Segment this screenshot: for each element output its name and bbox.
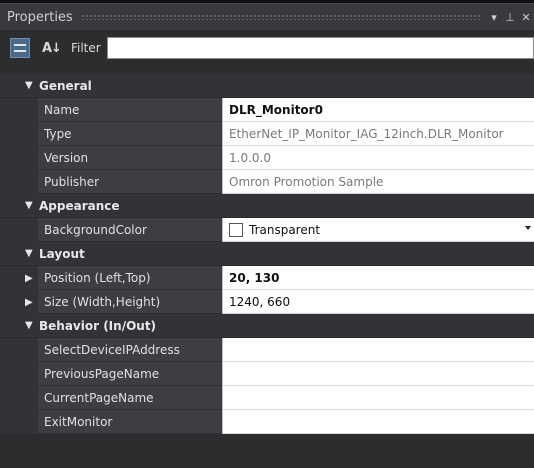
property-value-type: EtherNet_IP_Monitor_IAG_12inch.DLR_Monit… <box>222 122 534 146</box>
property-row-type: Type EtherNet_IP_Monitor_IAG_12inch.DLR_… <box>0 122 534 146</box>
row-gutter <box>0 98 38 122</box>
property-name: ExitMonitor <box>38 410 222 434</box>
property-value-position[interactable]: 20, 130 <box>222 266 534 290</box>
property-value-currentpagename[interactable] <box>222 386 534 410</box>
property-name: Position (Left,Top) <box>38 266 222 290</box>
chevron-down-icon[interactable]: ▾ <box>486 11 502 24</box>
category-behavior[interactable]: ▼ Behavior (In/Out) <box>0 314 534 338</box>
row-gutter <box>0 146 38 170</box>
property-value-version: 1.0.0.0 <box>222 146 534 170</box>
property-grid: ▼ General Name DLR_Monitor0 Type EtherNe… <box>0 74 534 434</box>
property-row-size: ▶ Size (Width,Height) 1240, 660 <box>0 290 534 314</box>
row-gutter <box>0 122 38 146</box>
property-row-previouspagename: PreviousPageName <box>0 362 534 386</box>
property-value-previouspagename[interactable] <box>222 362 534 386</box>
property-row-version: Version 1.0.0.0 <box>0 146 534 170</box>
backgroundcolor-dropdown[interactable]: Transparent <box>222 218 534 242</box>
close-icon[interactable]: ✕ <box>518 11 534 24</box>
drag-grip[interactable] <box>80 14 480 20</box>
chevron-down-icon[interactable] <box>525 226 531 230</box>
category-label: Behavior (In/Out) <box>39 318 157 333</box>
property-name: BackgroundColor <box>38 218 222 242</box>
property-row-backgroundcolor: BackgroundColor Transparent <box>0 218 534 242</box>
property-name: CurrentPageName <box>38 386 222 410</box>
triangle-down-icon[interactable]: ▼ <box>0 200 39 211</box>
triangle-right-icon[interactable]: ▶ <box>0 266 38 290</box>
property-value-exitmonitor[interactable] <box>222 410 534 434</box>
row-gutter <box>0 410 38 434</box>
row-gutter <box>0 338 38 362</box>
property-row-publisher: Publisher Omron Promotion Sample <box>0 170 534 194</box>
property-value-size[interactable]: 1240, 660 <box>222 290 534 314</box>
property-name: Type <box>38 122 222 146</box>
property-value-selectdeviceipaddress[interactable] <box>222 338 534 362</box>
category-layout[interactable]: ▼ Layout <box>0 242 534 266</box>
backgroundcolor-value: Transparent <box>249 222 321 237</box>
category-general[interactable]: ▼ General <box>0 74 534 98</box>
category-label: General <box>39 78 92 93</box>
property-name: Name <box>38 98 222 122</box>
filter-input[interactable] <box>106 37 534 59</box>
property-name: SelectDeviceIPAddress <box>38 338 222 362</box>
pin-icon[interactable]: ⊥ <box>502 11 518 24</box>
property-row-exitmonitor: ExitMonitor <box>0 410 534 434</box>
row-gutter <box>0 170 38 194</box>
property-name: PreviousPageName <box>38 362 222 386</box>
property-row-position: ▶ Position (Left,Top) 20, 130 <box>0 266 534 290</box>
property-row-selectdeviceipaddress: SelectDeviceIPAddress <box>0 338 534 362</box>
sort-alphabetical-icon[interactable]: A↓ <box>42 41 62 56</box>
triangle-down-icon[interactable]: ▼ <box>0 80 39 91</box>
property-value-publisher: Omron Promotion Sample <box>222 170 534 194</box>
color-swatch <box>229 222 243 237</box>
triangle-down-icon[interactable]: ▼ <box>0 320 39 331</box>
categorized-view-button[interactable] <box>10 38 30 58</box>
triangle-right-icon[interactable]: ▶ <box>0 290 38 314</box>
category-label: Appearance <box>39 198 120 213</box>
property-row-name: Name DLR_Monitor0 <box>0 98 534 122</box>
panel-titlebar[interactable]: Properties ▾ ⊥ ✕ <box>0 3 534 30</box>
row-gutter <box>0 386 38 410</box>
property-row-currentpagename: CurrentPageName <box>0 386 534 410</box>
category-appearance[interactable]: ▼ Appearance <box>0 194 534 218</box>
row-gutter <box>0 218 38 242</box>
panel-title: Properties <box>7 9 73 25</box>
category-label: Layout <box>39 246 85 261</box>
row-gutter <box>0 362 38 386</box>
property-value-name[interactable]: DLR_Monitor0 <box>222 98 534 122</box>
property-name: Size (Width,Height) <box>38 290 222 314</box>
property-name: Publisher <box>38 170 222 194</box>
triangle-down-icon[interactable]: ▼ <box>0 248 39 259</box>
property-name: Version <box>38 146 222 170</box>
properties-toolbar: A↓ Filter <box>0 30 534 66</box>
filter-label: Filter <box>70 41 101 55</box>
